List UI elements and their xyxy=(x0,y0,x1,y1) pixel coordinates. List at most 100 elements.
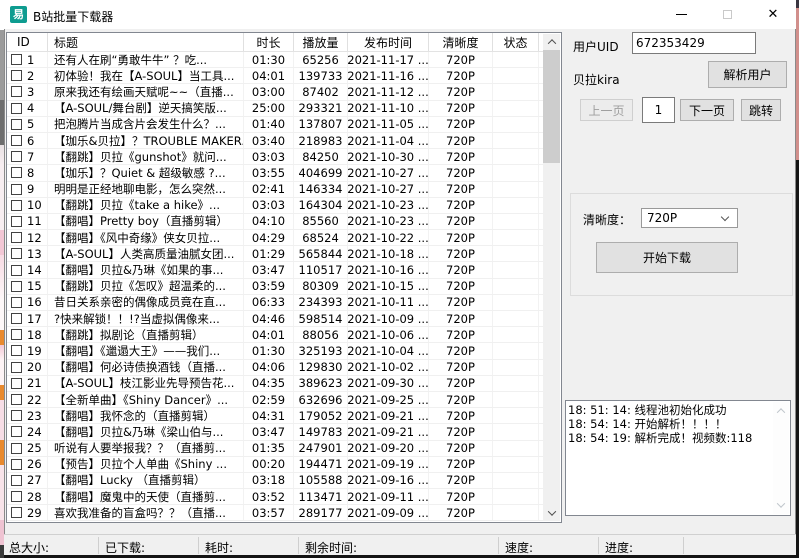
table-row[interactable]: 11【翻唱】Pretty boy（直播剪辑）04:10855602021-10-… xyxy=(7,214,544,230)
minimize-button[interactable] xyxy=(658,0,704,29)
row-checkbox[interactable] xyxy=(11,135,22,146)
table-row[interactable]: 13【A-SOUL】人类高质量油腻女团...01:295658442021-10… xyxy=(7,246,544,262)
table-row[interactable]: 8【珈乐】？Quiet & 超级敏感 ?...03:554046992021-1… xyxy=(7,165,544,181)
table-row[interactable]: 16昔日关系亲密的偶像成员竟在直...06:332343932021-10-11… xyxy=(7,295,544,311)
column-header-duration[interactable]: 时长 xyxy=(244,33,294,51)
column-header-title[interactable]: 标题 xyxy=(48,33,244,51)
cell-duration: 25:00 xyxy=(244,101,294,116)
row-checkbox[interactable] xyxy=(11,281,22,292)
table-row[interactable]: 2初体验！我在【A-SOUL】当工具...04:011397332021-11-… xyxy=(7,68,544,84)
row-checkbox[interactable] xyxy=(11,507,22,518)
table-row[interactable]: 9明明是正经地聊电影，怎么突然...02:411463342021-10-27 … xyxy=(7,182,544,198)
next-page-button[interactable]: 下一页 xyxy=(680,99,734,121)
cell-plays: 234393 xyxy=(294,295,348,310)
table-row[interactable]: 26【预告】贝拉个人单曲《Shiny ...00:201944712021-09… xyxy=(7,457,544,473)
row-checkbox[interactable] xyxy=(11,184,22,195)
row-checkbox[interactable] xyxy=(11,70,22,81)
table-row[interactable]: 28【翻唱】魔鬼中的天使（直播剪...03:521134712021-09-11… xyxy=(7,489,544,505)
cell-date: 2021-09-09 ... xyxy=(348,505,429,520)
row-checkbox[interactable] xyxy=(11,232,22,243)
row-checkbox[interactable] xyxy=(11,378,22,389)
table-row[interactable]: 23【翻唱】我怀念的（直播剪辑）04:311790522021-09-21 ..… xyxy=(7,408,544,424)
row-checkbox[interactable] xyxy=(11,329,22,340)
row-checkbox[interactable] xyxy=(11,362,22,373)
cell-duration: 03:59 xyxy=(244,279,294,294)
quality-select[interactable]: 720P xyxy=(641,208,738,228)
column-header-quality[interactable]: 清晰度 xyxy=(429,33,493,51)
table-row[interactable]: 3原来我还有绘画天赋呢~~（直播...03:00874022021-11-12 … xyxy=(7,84,544,100)
row-checkbox[interactable] xyxy=(11,216,22,227)
start-download-button[interactable]: 开始下载 xyxy=(596,242,738,273)
log-scroll-up-icon[interactable] xyxy=(773,404,789,418)
column-header-plays[interactable]: 播放量 xyxy=(294,33,348,51)
close-button[interactable]: ✕ xyxy=(750,0,796,29)
column-header-date[interactable]: 发布时间 xyxy=(348,33,429,51)
table-row[interactable]: 18【翻跳】拟剧论（直播剪辑）04:01880562021-10-06 ...7… xyxy=(7,327,544,343)
uid-input[interactable] xyxy=(632,32,756,54)
table-row[interactable]: 19【翻唱】《邋遢大王》——我们...01:303251932021-10-04… xyxy=(7,343,544,359)
row-checkbox[interactable] xyxy=(11,297,22,308)
column-header-status[interactable]: 状态 xyxy=(493,33,539,51)
table-row[interactable]: 1还有人在刷“勇敢牛牛” ？吃...01:30652562021-11-17 .… xyxy=(7,52,544,68)
cell-plays: 88056 xyxy=(294,327,348,342)
log-scrollbar[interactable] xyxy=(773,402,789,514)
row-checkbox[interactable] xyxy=(11,443,22,454)
row-id: 14 xyxy=(27,263,42,277)
jump-page-button[interactable]: 跳转 xyxy=(741,99,781,121)
row-checkbox[interactable] xyxy=(11,475,22,486)
row-checkbox[interactable] xyxy=(11,265,22,276)
scrollbar-thumb[interactable] xyxy=(543,50,560,163)
log-box[interactable]: 18: 51: 14: 线程池初始化成功 18: 54: 14: 开始解析！！！… xyxy=(565,400,791,516)
titlebar[interactable]: 易 B站批量下载器 ✕ xyxy=(4,0,796,29)
page-number-input[interactable] xyxy=(642,97,675,123)
cell-id: 14 xyxy=(7,262,48,277)
table-row[interactable]: 24【翻唱】贝拉&乃琳《梁山伯与...03:471497832021-09-21… xyxy=(7,424,544,440)
table-row[interactable]: 12【翻唱】《风中奇缘》侠女贝拉...04:29685242021-10-22 … xyxy=(7,230,544,246)
row-checkbox[interactable] xyxy=(11,394,22,405)
row-checkbox[interactable] xyxy=(11,345,22,356)
table-row[interactable]: 15【翻跳】贝拉《怎叹》超温柔的...03:59803092021-10-15 … xyxy=(7,279,544,295)
cell-date: 2021-09-19 ... xyxy=(348,457,429,472)
table-row[interactable]: 14【翻唱】贝拉&乃琳《如果的事...03:471105172021-10-16… xyxy=(7,262,544,278)
column-header-id[interactable]: ID xyxy=(7,33,48,51)
table-row[interactable]: 20【翻唱】何必诗债换酒钱（直播...04:061298302021-10-02… xyxy=(7,360,544,376)
table-row[interactable]: 6【珈乐&贝拉】？TROUBLE MAKER...03:402189832021… xyxy=(7,133,544,149)
cell-duration: 04:35 xyxy=(244,376,294,391)
row-checkbox[interactable] xyxy=(11,86,22,97)
table-row[interactable]: 4【A-SOUL/舞台剧】逆天搞笑版...25:002933212021-11-… xyxy=(7,101,544,117)
table-row[interactable]: 17?快来解锁！！!?当虚拟偶像来...04:465985142021-10-0… xyxy=(7,311,544,327)
table-row[interactable]: 29喜欢我准备的盲盒吗？？（直播...03:572891772021-09-09… xyxy=(7,505,544,521)
row-checkbox[interactable] xyxy=(11,410,22,421)
log-scroll-down-icon[interactable] xyxy=(773,498,789,512)
table-row[interactable]: 7【翻跳】贝拉《gunshot》就问...03:03842502021-10-3… xyxy=(7,149,544,165)
table-row[interactable]: 27【翻唱】Lucky （直播剪辑）03:181055882021-09-16 … xyxy=(7,473,544,489)
row-checkbox[interactable] xyxy=(11,119,22,130)
cell-plays: 164304 xyxy=(294,198,348,213)
cell-status xyxy=(493,246,539,261)
row-checkbox[interactable] xyxy=(11,151,22,162)
row-checkbox[interactable] xyxy=(11,200,22,211)
scroll-down-icon[interactable] xyxy=(543,505,560,521)
scroll-up-icon[interactable] xyxy=(543,34,560,50)
cell-id: 24 xyxy=(7,424,48,439)
row-id: 2 xyxy=(27,69,34,83)
table-row[interactable]: 22【全新单曲】《Shiny Dancer》...02:596326962021… xyxy=(7,392,544,408)
table-scrollbar[interactable] xyxy=(543,34,560,521)
table-row[interactable]: 5把泡腾片当成含片会发生什么？...01:401378072021-11-05 … xyxy=(7,117,544,133)
row-checkbox[interactable] xyxy=(11,426,22,437)
parse-user-button[interactable]: 解析用户 xyxy=(708,61,787,88)
row-checkbox[interactable] xyxy=(11,313,22,324)
row-checkbox[interactable] xyxy=(11,459,22,470)
prev-page-button[interactable]: 上一页 xyxy=(580,99,633,121)
row-checkbox[interactable] xyxy=(11,54,22,65)
row-checkbox[interactable] xyxy=(11,103,22,114)
cell-plays: 389623 xyxy=(294,376,348,391)
table-row[interactable]: 10【翻跳】贝拉《take a hike》...03:031643042021-… xyxy=(7,198,544,214)
table-row[interactable]: 25听说有人要举报我？？（直播剪...01:352479012021-09-20… xyxy=(7,441,544,457)
cell-id: 26 xyxy=(7,457,48,472)
row-checkbox[interactable] xyxy=(11,248,22,259)
row-checkbox[interactable] xyxy=(11,491,22,502)
row-checkbox[interactable] xyxy=(11,167,22,178)
cell-quality: 720P xyxy=(429,84,493,99)
table-row[interactable]: 21【A-SOUL】枝江影业先导预告花...04:353896232021-09… xyxy=(7,376,544,392)
